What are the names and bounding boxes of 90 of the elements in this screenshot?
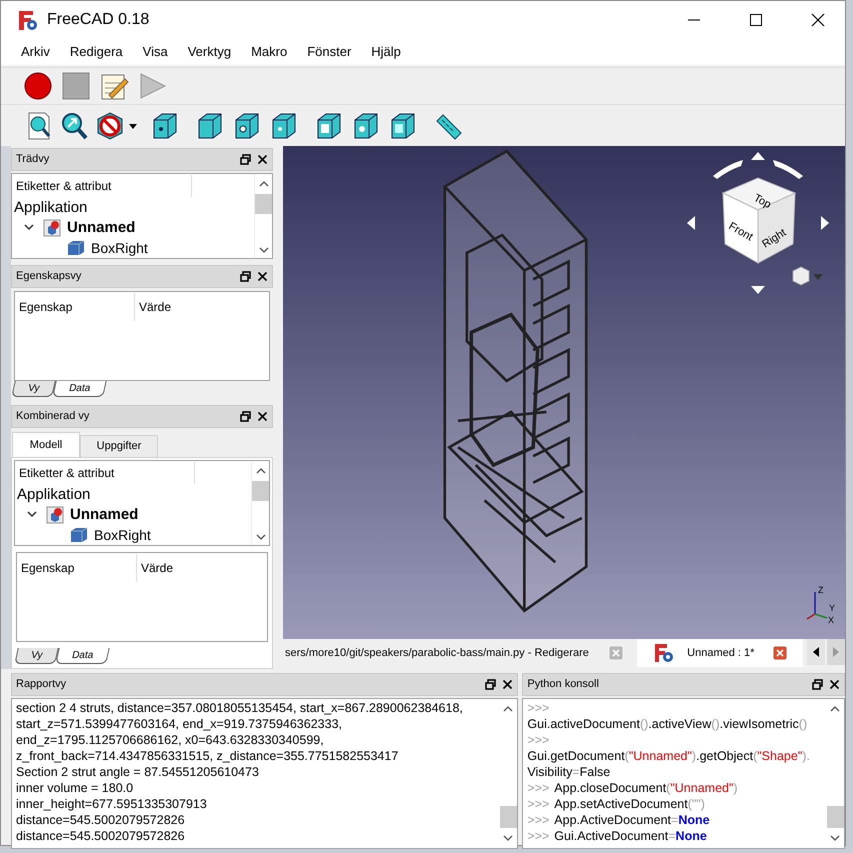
console-line: >>> App.closeDocument("Unnamed"): [527, 780, 739, 796]
panel-title: Egenskapsvy: [16, 269, 82, 284]
tab-label: sers/more10/git/speakers/parabolic-bass/main.py - Redigerare: [285, 646, 589, 661]
property-tab[interactable]: Data: [52, 381, 108, 397]
view-menu-icon[interactable]: [792, 266, 823, 286]
close-icon[interactable]: [829, 679, 840, 690]
scrollbar-thumb[interactable]: [500, 806, 517, 828]
axis-triad-icon: [806, 592, 828, 620]
console-line: >>> App.ActiveDocument=None: [527, 812, 711, 828]
tree-item[interactable]: Unnamed: [70, 504, 138, 526]
scrollbar-thumb[interactable]: [826, 806, 844, 828]
float-icon[interactable]: [485, 679, 496, 690]
menu-item[interactable]: Verktyg: [178, 42, 242, 62]
column-header: Etiketter & attribut: [15, 462, 195, 484]
menu-item[interactable]: Redigera: [60, 42, 133, 62]
log-line: start_z=571.5399477603164, end_x=919.7375946362333,: [16, 716, 343, 732]
close-icon[interactable]: [257, 271, 268, 282]
close-icon[interactable]: [257, 411, 268, 422]
close-icon[interactable]: [502, 679, 514, 690]
menu-item[interactable]: Arkiv: [11, 42, 60, 62]
scrollbar[interactable]: [251, 461, 269, 545]
float-icon[interactable]: [240, 411, 251, 422]
cube-face-label[interactable]: Top: [752, 192, 773, 211]
float-icon[interactable]: [240, 271, 251, 282]
draw-style-dropdown-icon[interactable]: [95, 111, 139, 141]
property-tab[interactable]: Vy: [11, 381, 56, 397]
column-header: Värde: [140, 560, 174, 577]
panel-title: Rapportvy: [16, 677, 66, 692]
console-line: >>>: [527, 700, 550, 716]
scrollbar-thumb[interactable]: [252, 481, 269, 501]
menu-item[interactable]: Fönster: [297, 42, 362, 62]
console-line: Gui.getDocument("Unnamed").getObject("Shape").: [527, 748, 811, 764]
cube-icon: [67, 240, 85, 256]
record-icon[interactable]: [23, 71, 53, 101]
column-header: Egenskap: [15, 293, 135, 321]
scroll-left-icon[interactable]: [807, 639, 825, 665]
panel-title: Kombinerad vy: [16, 409, 90, 424]
menu-item[interactable]: Makro: [241, 42, 298, 62]
window-title: FreeCAD 0.18: [47, 10, 150, 30]
tree-item[interactable]: Applikation: [14, 196, 88, 220]
log-line: inner volume = 180.0: [16, 780, 134, 796]
column-header: Värde: [138, 299, 172, 316]
tab[interactable]: Uppgifter: [80, 435, 158, 457]
tree-item[interactable]: Unnamed: [67, 216, 136, 240]
console-line: Visibility=False: [527, 764, 612, 780]
stop-icon[interactable]: [61, 71, 91, 101]
rotate-arrows-icon[interactable]: [687, 152, 829, 294]
log-line: section 2 4 struts, distance=357.08018055135454, start_x=867.2890062384618,: [16, 700, 464, 716]
console-line: >>> App.setActiveDocument(""): [527, 796, 706, 812]
tab[interactable]: Modell: [12, 432, 80, 457]
document-tab[interactable]: sers/more10/git/speakers/parabolic-bass/main.py - Redigerare: [283, 639, 638, 667]
console-line: Gui.activeDocument().activeView().viewIsometric(): [527, 716, 808, 732]
app-logo-icon: [653, 643, 676, 663]
panel-title: Python konsoll: [527, 677, 599, 692]
property-tab[interactable]: Vy: [14, 648, 60, 664]
zoom-selection-icon[interactable]: [60, 111, 88, 141]
log-line: end_z=1795.1125706686162, x0=643.6328330340599,: [16, 732, 325, 748]
document-tab[interactable]: Unnamed : 1*: [637, 639, 803, 667]
axis-label: Z: [818, 585, 824, 595]
document-icon: [46, 506, 64, 524]
log-line: inner_height=677.5951335307913: [16, 796, 208, 812]
console-line: >>> Gui.ActiveDocument=None: [527, 828, 708, 844]
chevron-down-icon[interactable]: [26, 510, 38, 520]
log-line: distance=545.5002079572826: [16, 812, 186, 828]
console-line: >>>: [527, 732, 550, 748]
menu-item[interactable]: Visa: [132, 42, 178, 62]
chevron-down-icon[interactable]: [23, 223, 35, 233]
close-icon[interactable]: [257, 154, 268, 165]
float-icon[interactable]: [240, 154, 251, 165]
column-header: Egenskap: [17, 554, 137, 582]
column-header: Etiketter & attribut: [12, 174, 192, 196]
axis-label: X: [828, 615, 834, 624]
scrollbar[interactable]: [254, 174, 272, 258]
tree-item[interactable]: BoxRight: [91, 240, 148, 256]
log-line: distance=545.5002079572826: [16, 828, 186, 844]
scrollbar-thumb[interactable]: [255, 194, 272, 214]
menu-item[interactable]: Hjälp: [361, 42, 411, 62]
nav-cube-drawing[interactable]: [722, 177, 796, 264]
tree-item[interactable]: BoxRight: [94, 527, 151, 543]
log-line: z_front_back=714.4347856331515, z_distance=355.7751582553417: [16, 748, 400, 764]
cube-icon: [70, 527, 88, 543]
tree-item[interactable]: Applikation: [17, 484, 90, 506]
panel-title: Trädvy: [16, 152, 50, 168]
document-icon: [43, 219, 61, 237]
app-logo-icon: [17, 9, 39, 31]
tab-label: Unnamed : 1*: [687, 646, 754, 661]
property-tab[interactable]: Data: [56, 648, 110, 664]
float-icon[interactable]: [812, 679, 823, 690]
axis-label: Y: [829, 603, 836, 613]
log-line: Section 2 strut angle = 87.54551205610473: [16, 764, 260, 780]
